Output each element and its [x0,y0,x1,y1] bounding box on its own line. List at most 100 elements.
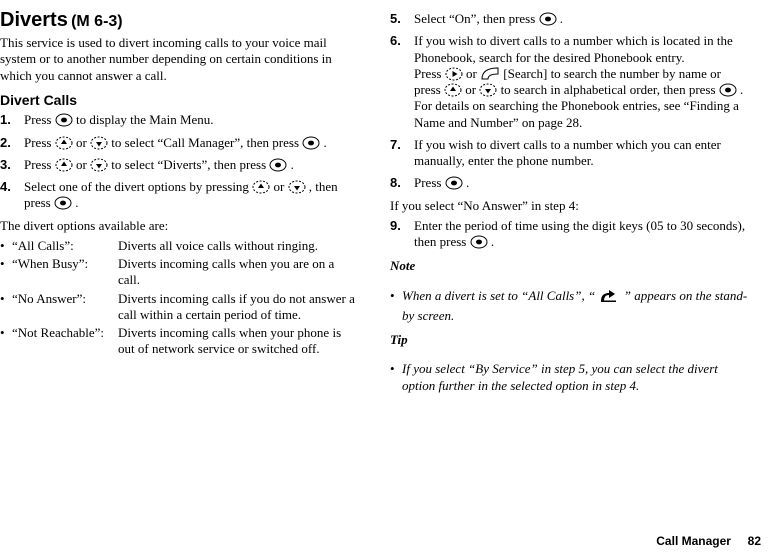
bullet-icon: • [0,238,12,254]
down-icon [288,180,306,194]
bullet-icon: • [390,288,402,325]
center-button-icon [302,136,320,150]
columns: Diverts (M 6-3) This service is used to … [0,8,765,396]
step-text: Select one of the divert options by pres… [24,179,252,194]
step-7: 7. If you wish to divert calls to a numb… [390,137,748,170]
note-text: When a divert is set to “All Calls”, “ ”… [402,288,748,325]
step-body: Select one of the divert options by pres… [24,179,358,212]
divert-icon [598,288,620,308]
center-button-icon [470,235,488,249]
footer-page: 82 [748,534,761,548]
step-text: or [76,157,90,172]
step-body: Press or to select “Diverts”, then press… [24,157,358,173]
step-text: . [291,157,294,172]
option-label: “All Calls”: [12,238,118,254]
option-no-answer: • “No Answer”: Diverts incoming calls if… [0,291,358,324]
tip-text: If you select “By Service” in step 5, yo… [402,361,748,394]
page-title-code: (M 6-3) [71,13,123,30]
title-line: Diverts (M 6-3) [0,8,358,33]
step-text: to select “Diverts”, then press [111,157,269,172]
step-text: or [273,179,287,194]
subheading: Divert Calls [0,92,358,110]
step-4: 4. Select one of the divert options by p… [0,179,358,212]
column-left: Diverts (M 6-3) This service is used to … [0,8,358,396]
step-text: Press [24,112,55,127]
tip-item: • If you select “By Service” in step 5, … [390,361,748,394]
option-desc: Diverts incoming calls when you are on a… [118,256,358,289]
center-button-icon [719,83,737,97]
page-title: Diverts [0,9,68,31]
step-body: Enter the period of time using the digit… [414,218,748,251]
step-body: Press or to select “Call Manager”, then … [24,135,358,151]
step-text: . [491,234,494,249]
up-icon [55,158,73,172]
step-6: 6. If you wish to divert calls to a numb… [390,33,748,131]
step-text: . [560,11,563,26]
step-number: 2. [0,135,24,151]
step-text: or [466,66,480,81]
softkey-left-icon [480,66,500,81]
down-icon [90,136,108,150]
steps-left: 1. Press to display the Main Menu. 2. Pr… [0,112,358,211]
options-intro: The divert options available are: [0,218,358,234]
step-text: Press [24,135,55,150]
option-desc: Diverts incoming calls when your phone i… [118,325,358,358]
bullet-icon: • [390,361,402,394]
step-body: Press . [414,175,748,191]
step-body: Select “On”, then press . [414,11,748,27]
option-label: “No Answer”: [12,291,118,324]
option-when-busy: • “When Busy”: Diverts incoming calls wh… [0,256,358,289]
up-icon [55,136,73,150]
step-text: Select “On”, then press [414,11,539,26]
step-8: 8. Press . [390,175,748,191]
bullet-icon: • [0,256,12,289]
step-text: If you wish to divert calls to a number … [414,33,733,64]
step-number: 4. [0,179,24,212]
center-button-icon [539,12,557,26]
step-number: 3. [0,157,24,173]
down-icon [90,158,108,172]
step-2: 2. Press or to select “Call Manager”, th… [0,135,358,151]
step-text: . [466,175,469,190]
step-text: to search in alphabetical order, then pr… [501,82,719,97]
note-part: When a divert is set to “All Calls”, “ [402,288,595,303]
step-3: 3. Press or to select “Diverts”, then pr… [0,157,358,173]
bullet-icon: • [0,325,12,358]
intro-text: This service is used to divert incoming … [0,35,358,84]
options-list: • “All Calls”: Diverts all voice calls w… [0,238,358,358]
footer-label: Call Manager [656,534,731,548]
step-text: Press [414,175,445,190]
tip-list: • If you select “By Service” in step 5, … [390,361,748,394]
note-item: • When a divert is set to “All Calls”, “… [390,288,748,325]
bullet-icon: • [0,291,12,324]
step-text: or [465,82,479,97]
note-list: • When a divert is set to “All Calls”, “… [390,288,748,325]
step-5: 5. Select “On”, then press . [390,11,748,27]
step-1: 1. Press to display the Main Menu. [0,112,358,128]
step-9: 9. Enter the period of time using the di… [390,218,748,251]
step-number: 9. [390,218,414,251]
step-text: to select “Call Manager”, then press [111,135,302,150]
step-text: to display the Main Menu. [76,112,214,127]
right-icon [445,67,463,81]
step-body: If you wish to divert calls to a number … [414,33,748,131]
step-body: Press to display the Main Menu. [24,112,358,128]
steps-right-2: 9. Enter the period of time using the di… [390,218,748,251]
step-text: Enter the period of time using the digit… [414,218,745,249]
step-text: . [324,135,327,150]
up-icon [252,180,270,194]
down-icon [479,83,497,97]
up-icon [444,83,462,97]
column-right: 5. Select “On”, then press . 6. If you w… [390,8,748,396]
option-desc: Diverts incoming calls if you do not ans… [118,291,358,324]
center-button-icon [55,113,73,127]
option-desc: Diverts all voice calls without ringing. [118,238,358,254]
option-not-reachable: • “Not Reachable”: Diverts incoming call… [0,325,358,358]
step-number: 7. [390,137,414,170]
step-text: or [76,135,90,150]
step-text: . [75,195,78,210]
step-number: 1. [0,112,24,128]
step-text: Press [414,66,445,81]
step-body: If you wish to divert calls to a number … [414,137,748,170]
center-button-icon [54,196,72,210]
